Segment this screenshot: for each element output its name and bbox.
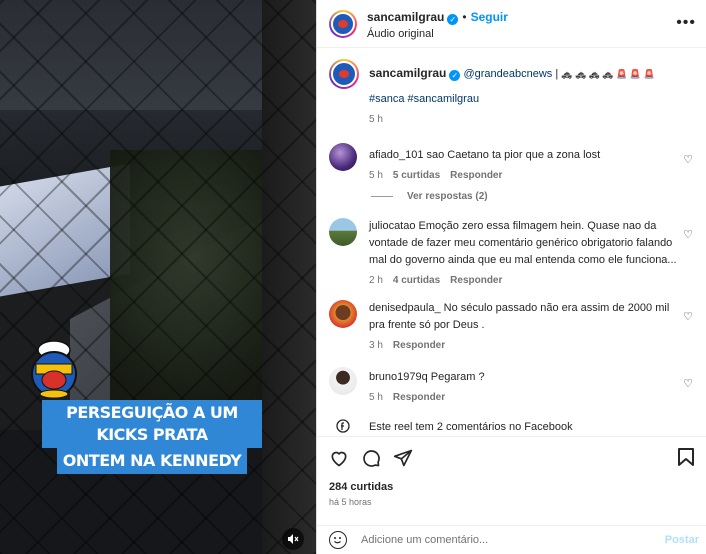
reply-button[interactable]: Responder [450,275,502,286]
separator-dot: • [462,9,467,24]
caption-line-1: PERSEGUIÇÃO A UM KICKS PRATA [42,400,262,448]
avatar[interactable] [329,9,357,38]
post-header: sancamilgrau ✓ • Seguir Áudio original ••• [317,0,706,48]
heart-icon[interactable]: ♡ [683,228,693,241]
comment-time: 5 h [369,392,383,403]
avatar[interactable] [329,218,357,246]
comment-username[interactable]: afiado_101 [369,149,423,161]
comment-username[interactable]: bruno1979q [369,371,428,383]
more-options-icon[interactable]: ••• [676,14,696,32]
comment-item: afiado_101 sao Caetano ta pior que a zon… [329,143,693,181]
add-comment-bar: Postar [317,525,706,554]
comment-likes[interactable]: 5 curtidas [393,170,440,181]
header-username[interactable]: sancamilgrau [367,10,444,24]
caption-line-2: ONTEM NA KENNEDY [56,448,248,474]
comment-likes[interactable]: 4 curtidas [393,275,440,286]
caption-username[interactable]: sancamilgrau [369,66,446,80]
comment-item: bruno1979q Pegaram ? 5 h Responder ♡ [329,367,693,403]
post-caption: sancamilgrau ✓ @grandeabcnews | 🚓 🚓 🚓 🚓 🚨… [329,59,693,125]
avatar[interactable] [329,367,357,395]
caption-time: 5 h [369,114,383,125]
bookmark-icon[interactable] [677,447,695,467]
post-panel: sancamilgrau ✓ • Seguir Áudio original ••• … [316,0,706,554]
caption-emojis: 🚓 🚓 🚓 🚓 🚨 🚨 🚨 [561,69,655,79]
facebook-icon [329,419,357,435]
comment-text: sao Caetano ta pior que a zona lost [426,149,601,161]
follow-button[interactable]: Seguir [471,10,508,24]
reply-button[interactable]: Responder [393,392,445,403]
likes-count[interactable]: 284 curtidas [329,481,695,493]
comment-username[interactable]: denisedpaula_ [369,302,441,314]
verified-icon: ✓ [447,13,459,25]
avatar[interactable] [329,59,359,89]
comment-time: 5 h [369,170,383,181]
audio-link[interactable]: Áudio original [367,28,508,40]
facebook-comments-note[interactable]: Este reel tem 2 comentários no Facebook [329,419,693,435]
verified-icon: ✓ [449,70,461,81]
emoji-icon[interactable] [329,531,347,549]
avatar[interactable] [329,143,357,171]
comment-username[interactable]: juliocatao [369,220,415,232]
facebook-note-text: Este reel tem 2 comentários no Facebook [369,421,573,433]
view-replies-label: Ver respostas (2) [407,191,488,202]
sanca-logo-sticker [31,340,77,399]
post-button[interactable]: Postar [665,534,699,546]
comment-time: 2 h [369,275,383,286]
heart-icon[interactable] [329,448,349,468]
caption-hashtags[interactable]: #sanca #sancamilgrau [369,91,679,108]
action-bar: 284 curtidas há 5 horas [317,436,706,507]
comment-text: Emoção zero essa filmagem hein. Quase na… [369,220,677,266]
view-replies[interactable]: Ver respostas (2) [371,191,693,202]
post-time: há 5 horas [329,497,372,507]
caption-separator: | [555,68,559,80]
share-icon[interactable] [393,448,413,468]
comment-icon[interactable] [361,448,381,468]
reply-button[interactable]: Responder [450,170,502,181]
comment-time: 3 h [369,340,383,351]
comment-text: Pegaram ? [430,371,485,383]
reel-video[interactable]: PERSEGUIÇÃO A UM KICKS PRATA ONTEM NA KE… [0,0,316,554]
heart-icon[interactable]: ♡ [683,377,693,390]
reply-button[interactable]: Responder [393,340,445,351]
heart-icon[interactable]: ♡ [683,153,693,166]
video-caption: PERSEGUIÇÃO A UM KICKS PRATA ONTEM NA KE… [42,400,262,474]
avatar[interactable] [329,300,357,328]
reply-line [371,196,393,197]
heart-icon[interactable]: ♡ [683,310,693,323]
comment-input[interactable] [361,534,641,546]
comment-item: juliocatao Emoção zero essa filmagem hei… [329,218,693,286]
speaker-muted-icon[interactable] [282,528,304,550]
comments-list[interactable]: sancamilgrau ✓ @grandeabcnews | 🚓 🚓 🚓 🚓 🚨… [317,49,706,435]
comment-item: denisedpaula_ No século passado não era … [329,300,693,351]
caption-mention[interactable]: @grandeabcnews [463,68,552,80]
